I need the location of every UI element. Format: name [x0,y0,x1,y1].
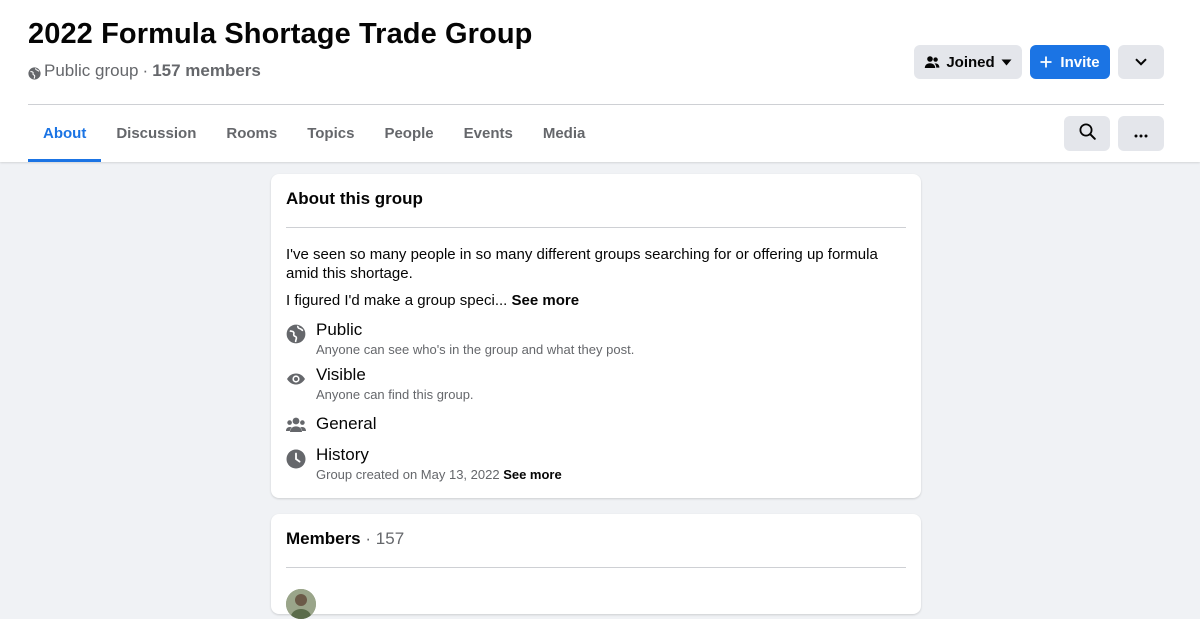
about-description-truncated: I figured I'd make a group speci... [286,292,508,309]
clock-icon [286,449,306,469]
tab-media[interactable]: Media [528,105,601,162]
info-title: Public [316,320,363,339]
info-title: History [316,445,369,464]
member-count[interactable]: 157 members [152,61,261,81]
tab-discussion[interactable]: Discussion [101,105,211,162]
chevron-down-icon [1135,58,1147,66]
privacy-label[interactable]: Public group [44,61,139,81]
expand-header-button[interactable] [1118,45,1164,79]
info-public: Public Anyone can see who's in the group… [286,320,906,360]
tab-rooms[interactable]: Rooms [211,105,292,162]
see-more-link[interactable]: See more [512,292,580,309]
tab-about[interactable]: About [28,105,102,162]
globe-icon [28,65,41,80]
members-label: Members [286,529,361,548]
group-title: 2022 Formula Shortage Trade Group [28,18,533,50]
info-visible: Visible Anyone can find this group. [286,365,906,405]
about-divider [286,227,906,228]
tab-topics[interactable]: Topics [292,105,369,162]
members-count: 157 [375,529,405,548]
history-see-more-link[interactable]: See more [503,467,562,482]
joined-label: Joined [946,53,995,71]
info-title: Visible [316,365,366,384]
group-meta: Public group · 157 members [28,61,261,81]
group-header: 2022 Formula Shortage Trade Group Public… [0,0,1200,162]
info-desc: Anyone can find this group. [316,387,474,402]
people-icon [286,416,306,436]
search-button[interactable] [1064,116,1110,151]
eye-icon [286,369,306,389]
about-card: About this group I've seen so many peopl… [271,174,921,498]
info-desc: Group created on May 13, 2022 See more [316,467,562,482]
about-description: I've seen so many people in so many diff… [286,246,878,282]
info-desc: Anyone can see who's in the group and wh… [316,342,635,357]
info-title: General [316,414,377,433]
caret-down-icon [1001,59,1012,66]
created-date: Group created on May 13, 2022 [316,467,500,482]
invite-label: Invite [1060,53,1100,71]
plus-icon [1040,56,1052,68]
avatar[interactable] [286,589,316,619]
invite-button[interactable]: Invite [1030,45,1110,79]
members-divider [286,567,906,568]
joined-button[interactable]: Joined [914,45,1022,79]
about-title: About this group [286,189,423,208]
globe-icon [286,324,306,344]
tab-people[interactable]: People [369,105,448,162]
members-card: Members · 157 [271,514,921,619]
people-icon [924,55,940,69]
about-description-more: I figured I'd make a group speci... See … [286,291,906,310]
search-icon [1079,123,1096,145]
members-separator: · [365,529,372,548]
info-history: History Group created on May 13, 2022 Se… [286,445,906,485]
more-options-button[interactable] [1118,116,1164,151]
more-dots-icon [1134,125,1148,143]
members-title: Members · 157 [286,529,404,549]
meta-separator: · [142,61,149,80]
tab-events[interactable]: Events [449,105,528,162]
group-tabs: About Discussion Rooms Topics People Eve… [28,105,600,162]
